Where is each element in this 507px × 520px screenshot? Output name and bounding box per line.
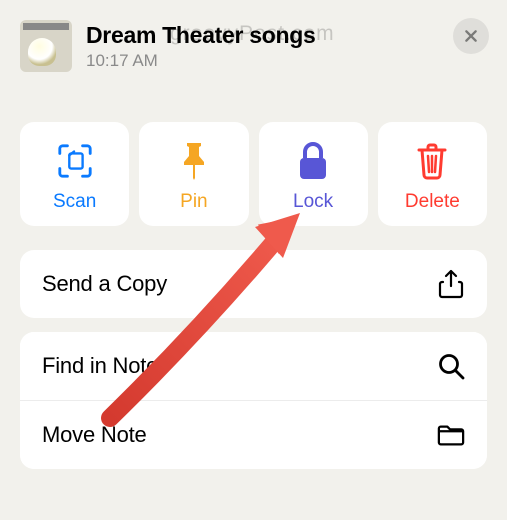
lock-icon bbox=[297, 137, 329, 185]
search-icon bbox=[437, 352, 465, 380]
move-note-label: Move Note bbox=[42, 422, 147, 448]
pin-button[interactable]: Pin bbox=[139, 122, 248, 226]
menu-group: Find in Note Move Note bbox=[20, 332, 487, 469]
close-icon bbox=[463, 28, 479, 44]
watermark-text: groovyPost.com bbox=[170, 22, 335, 46]
lock-label: Lock bbox=[293, 191, 333, 213]
folder-icon bbox=[437, 421, 465, 449]
trash-icon bbox=[416, 137, 448, 185]
pin-icon bbox=[177, 137, 211, 185]
scan-label: Scan bbox=[53, 191, 96, 213]
send-copy-label: Send a Copy bbox=[42, 271, 167, 297]
menu-list: Send a Copy Find in Note Move Note bbox=[0, 240, 507, 469]
action-grid: Scan Pin Lock Delete bbox=[0, 102, 507, 240]
find-in-note-label: Find in Note bbox=[42, 353, 158, 379]
find-in-note-item[interactable]: Find in Note bbox=[20, 332, 487, 400]
pin-label: Pin bbox=[180, 191, 207, 213]
note-time: 10:17 AM bbox=[86, 51, 487, 71]
move-note-item[interactable]: Move Note bbox=[20, 400, 487, 469]
delete-button[interactable]: Delete bbox=[378, 122, 487, 226]
share-icon bbox=[437, 270, 465, 298]
delete-label: Delete bbox=[405, 191, 460, 213]
scan-icon bbox=[56, 137, 94, 185]
close-button[interactable] bbox=[453, 18, 489, 54]
send-copy-item[interactable]: Send a Copy bbox=[20, 250, 487, 318]
lock-button[interactable]: Lock bbox=[259, 122, 368, 226]
note-thumbnail bbox=[20, 20, 72, 72]
scan-button[interactable]: Scan bbox=[20, 122, 129, 226]
sheet-header: Dream Theater songs 10:17 AM groovyPost.… bbox=[0, 0, 507, 82]
